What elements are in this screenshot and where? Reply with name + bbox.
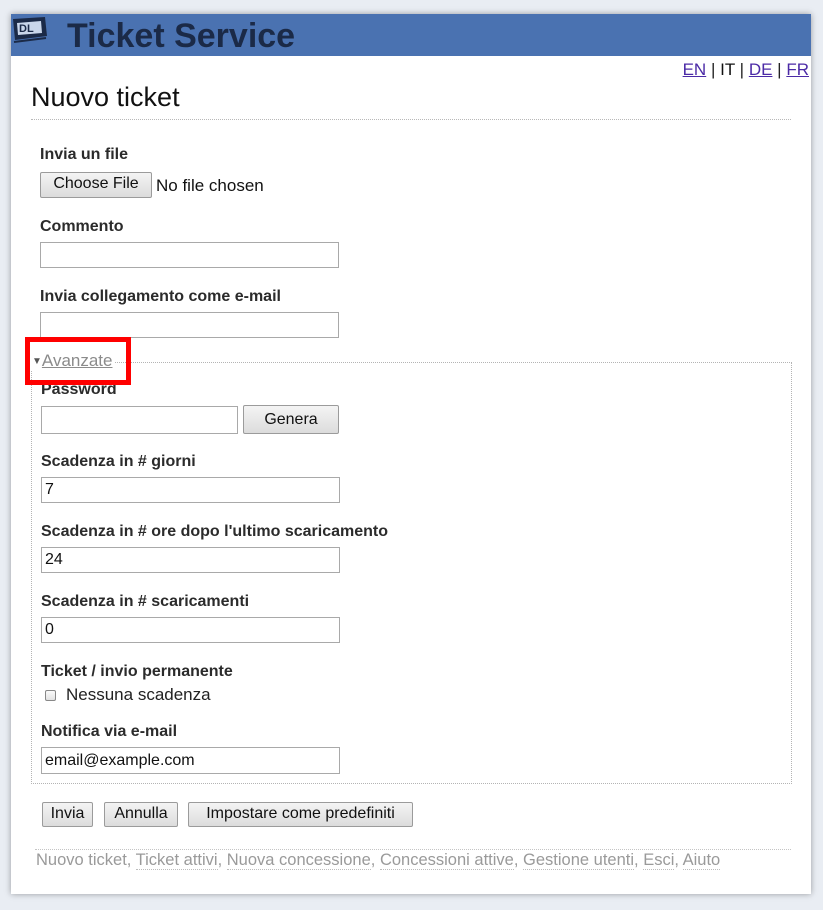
lang-separator: |: [739, 60, 745, 79]
footer-current-new-ticket: Nuovo ticket: [36, 851, 127, 869]
lang-separator: |: [710, 60, 716, 79]
lang-link-de[interactable]: DE: [749, 60, 773, 79]
header-bar: DL Ticket Service: [11, 14, 811, 56]
footer-link-new-grant[interactable]: Nuova concessione: [226, 851, 371, 870]
annotation-highlight-box: [25, 337, 131, 385]
app-title: Ticket Service: [67, 17, 296, 55]
lang-link-fr[interactable]: FR: [786, 60, 809, 79]
page-title: Nuovo ticket: [31, 82, 180, 112]
comment-input[interactable]: [40, 242, 339, 268]
set-defaults-button[interactable]: Impostare come predefiniti: [188, 802, 413, 827]
no-expiry-checkbox-label[interactable]: Nessuna scadenza: [66, 685, 211, 705]
footer-divider: [35, 849, 791, 850]
lang-separator: |: [777, 60, 782, 79]
email-link-label: Invia collegamento come e-mail: [40, 288, 281, 305]
footer-link-help[interactable]: Aiuto: [682, 851, 721, 870]
notify-email-input[interactable]: [41, 747, 340, 774]
dl-logo-icon: DL: [11, 16, 47, 46]
expiry-days-input[interactable]: [41, 477, 340, 503]
email-link-input[interactable]: [40, 312, 339, 338]
expiry-downloads-label: Scadenza in # scaricamenti: [41, 593, 250, 610]
file-status: No file chosen: [156, 176, 264, 195]
footer-link-logout[interactable]: Esci: [643, 851, 675, 870]
footer-link-user-management[interactable]: Gestione utenti: [523, 851, 635, 870]
submit-button[interactable]: Invia: [42, 802, 93, 827]
no-expiry-checkbox[interactable]: [45, 690, 56, 701]
expiry-hours-input[interactable]: [41, 547, 340, 573]
expiry-days-label: Scadenza in # giorni: [41, 453, 196, 470]
footer-nav: Nuovo ticket, Ticket attivi, Nuova conce…: [36, 851, 721, 870]
title-divider: [31, 119, 791, 120]
footer-link-active-tickets[interactable]: Ticket attivi: [135, 851, 218, 870]
password-input[interactable]: [41, 406, 238, 434]
page-container: DL Ticket Service EN | IT | DE | FR Nuov…: [11, 14, 811, 894]
language-switcher: EN | IT | DE | FR: [683, 60, 809, 80]
notify-label: Notifica via e-mail: [41, 723, 178, 740]
expiry-downloads-input[interactable]: [41, 617, 340, 643]
permanent-label: Ticket / invio permanente: [41, 663, 233, 680]
lang-current-it: IT: [720, 60, 735, 79]
footer-link-active-grants[interactable]: Concessioni attive: [379, 851, 514, 870]
cancel-button[interactable]: Annulla: [104, 802, 178, 827]
lang-link-en[interactable]: EN: [683, 60, 707, 79]
choose-file-button[interactable]: Choose File: [40, 172, 152, 198]
comment-label: Commento: [40, 218, 124, 235]
file-label: Invia un file: [40, 146, 129, 163]
expiry-hours-label: Scadenza in # ore dopo l'ultimo scaricam…: [41, 523, 388, 540]
svg-text:DL: DL: [19, 23, 34, 35]
generate-password-button[interactable]: Genera: [243, 405, 339, 434]
